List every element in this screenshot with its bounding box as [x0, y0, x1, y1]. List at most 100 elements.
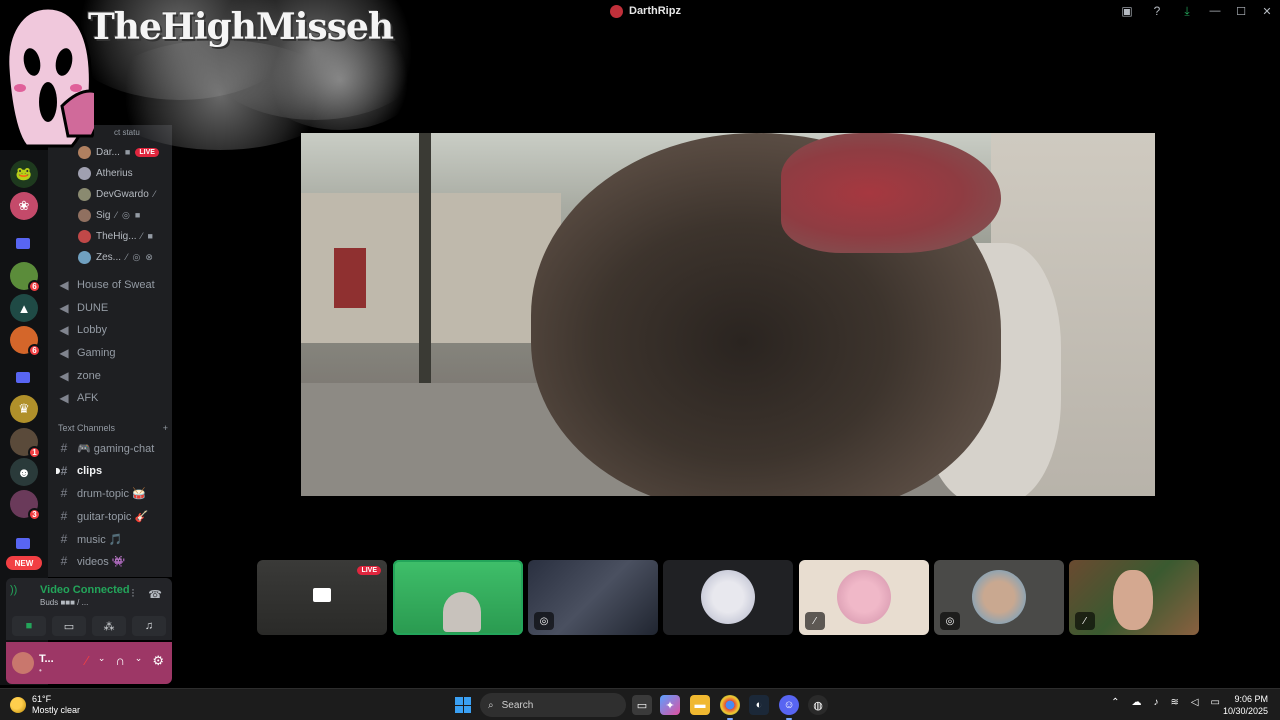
text-channel-music[interactable]: # music 🎵: [58, 529, 168, 549]
hash-icon: #: [60, 509, 68, 523]
gear-icon[interactable]: ⚙: [152, 653, 164, 669]
app-icon[interactable]: ◍: [808, 695, 828, 715]
noise-suppression-icon[interactable]: ⫶: [132, 588, 135, 601]
cloud-icon[interactable]: ☁: [1131, 697, 1141, 708]
server-badge: 6: [28, 344, 41, 357]
voice-user[interactable]: DevGwardo ⁄: [78, 185, 155, 203]
voice-channel-house-of-sweat[interactable]: ◀ House of Sweat: [58, 275, 168, 295]
chevron-down-icon[interactable]: ⌄: [98, 653, 106, 669]
folder-icon[interactable]: [16, 372, 30, 383]
channel-label: AFK: [77, 392, 99, 404]
speaker-icon: ◀: [59, 369, 69, 383]
add-channel-icon[interactable]: +: [163, 423, 168, 437]
chevron-up-icon[interactable]: ⌃: [1111, 697, 1119, 708]
camera-button[interactable]: ■: [12, 616, 46, 636]
taskbar-search[interactable]: ⌕ Search: [480, 693, 626, 717]
deafened-icon: ◎: [121, 209, 130, 220]
voice-user[interactable]: Zes... ⁄ ◎ ⊗: [78, 248, 153, 266]
camera-icon: ■: [147, 231, 153, 241]
file-explorer-icon[interactable]: ▬: [690, 695, 710, 715]
channel-label: House of Sweat: [77, 279, 155, 291]
server-icon-frog[interactable]: 🐸: [10, 160, 38, 188]
voice-channel-afk[interactable]: ◀ AFK: [58, 388, 168, 408]
text-channel-gaming-chat[interactable]: # 🎮 gaming-chat: [58, 438, 168, 458]
text-channel-videos[interactable]: # videos 👾: [58, 551, 168, 571]
participant-tile[interactable]: ⁄: [1069, 560, 1199, 635]
signal-icon[interactable]: )): [10, 584, 17, 596]
main-video-stream[interactable]: [301, 133, 1155, 496]
partial-label: ct statu: [114, 128, 140, 137]
server-icon-c[interactable]: 6: [10, 326, 41, 357]
folder-icon[interactable]: [16, 238, 30, 249]
participant-tile[interactable]: ◎: [528, 560, 658, 635]
mic-muted-icon: ⁄: [126, 252, 128, 262]
close-button[interactable]: ✕: [1254, 0, 1280, 22]
server-icon-b[interactable]: ▲: [10, 294, 38, 322]
title-bar: DarthRipz ▣ ? ⤓ — ☐ ✕: [0, 0, 1280, 22]
voice-user[interactable]: Dar... ■ LIVE: [78, 143, 159, 161]
weather-widget[interactable]: 61°F Mostly clear: [10, 694, 80, 716]
screen-share-button[interactable]: ▭: [52, 616, 86, 636]
chrome-icon[interactable]: [720, 695, 740, 720]
disconnect-icon[interactable]: ☎: [148, 588, 162, 601]
system-clock[interactable]: 9:06 PM 10/30/2025: [1223, 693, 1268, 717]
server-icon-d[interactable]: ♛: [10, 395, 38, 423]
server-icon-e[interactable]: 1: [10, 428, 41, 459]
voice-status[interactable]: Video Connected: [40, 584, 130, 596]
windows-start-icon[interactable]: [455, 697, 471, 713]
voice-channel-gaming[interactable]: ◀ Gaming: [58, 343, 168, 363]
server-icon-f[interactable]: ☻: [10, 458, 38, 486]
avatar[interactable]: [12, 652, 34, 674]
mic-muted-icon[interactable]: ⁄: [86, 653, 88, 669]
participant-tile[interactable]: [393, 560, 523, 635]
discord-icon[interactable]: ☺: [779, 695, 799, 720]
channel-label: drum-topic 🥁: [77, 487, 146, 500]
server-badge: 3: [28, 508, 41, 521]
participant-tile[interactable]: [663, 560, 793, 635]
activities-button[interactable]: ⁂: [92, 616, 126, 636]
text-channel-drum-topic[interactable]: # drum-topic 🥁: [58, 483, 168, 503]
copilot-icon[interactable]: ✦: [660, 695, 680, 715]
search-placeholder: Search: [501, 699, 534, 711]
voice-channel-lobby[interactable]: ◀ Lobby: [58, 320, 168, 340]
folder-icon[interactable]: [16, 538, 30, 549]
voice-user[interactable]: Sig ⁄ ◎ ■: [78, 206, 140, 224]
task-view-icon[interactable]: ▭: [632, 695, 652, 715]
minimize-button[interactable]: —: [1202, 0, 1228, 22]
voice-user[interactable]: TheHig... ⁄ ■: [78, 227, 153, 245]
live-badge: LIVE: [135, 147, 159, 157]
participant-tile[interactable]: LIVE: [257, 560, 387, 635]
microphone-icon[interactable]: ♪: [1153, 697, 1158, 708]
channel-label: DUNE: [77, 302, 109, 314]
soundboard-button[interactable]: ♫: [132, 616, 166, 636]
text-channels-category[interactable]: Text Channels +: [58, 423, 168, 437]
server-icon-a[interactable]: 6: [10, 262, 41, 293]
participant-tile[interactable]: ⁄: [799, 560, 929, 635]
steam-icon[interactable]: ◐: [749, 695, 769, 715]
wifi-icon[interactable]: ≋: [1170, 697, 1178, 708]
server-icon-g[interactable]: 3: [10, 490, 41, 521]
text-channel-clips[interactable]: # clips: [56, 461, 168, 481]
voice-channel-dune[interactable]: ◀ DUNE: [58, 298, 168, 318]
battery-icon[interactable]: ▭: [1211, 697, 1220, 708]
voice-user-name: Dar...: [96, 146, 120, 158]
volume-icon[interactable]: ◁: [1191, 697, 1199, 708]
voice-user-name: Zes...: [96, 251, 122, 263]
user-name: T...: [39, 653, 54, 665]
headphones-icon[interactable]: ∩: [115, 653, 124, 669]
voice-user-name: DevGwardo: [96, 188, 149, 200]
voice-user[interactable]: Atherius: [78, 164, 133, 182]
download-icon[interactable]: ⤓: [1172, 0, 1202, 22]
voice-channel-zone[interactable]: ◀ zone: [58, 366, 168, 386]
server-icon-rose[interactable]: ❀: [10, 192, 38, 220]
inbox-icon[interactable]: ▣: [1112, 0, 1142, 22]
participant-tile[interactable]: ◎: [934, 560, 1064, 635]
participant-figure: [443, 592, 481, 632]
mic-muted-icon: ⁄: [153, 189, 156, 199]
help-icon[interactable]: ?: [1142, 0, 1172, 22]
text-channel-guitar-topic[interactable]: # guitar-topic 🎸: [58, 506, 168, 526]
maximize-button[interactable]: ☐: [1228, 0, 1254, 22]
speaker-icon: ◀: [59, 346, 69, 360]
smoke-shape: [260, 30, 420, 130]
chevron-down-icon[interactable]: ⌄: [135, 653, 143, 669]
